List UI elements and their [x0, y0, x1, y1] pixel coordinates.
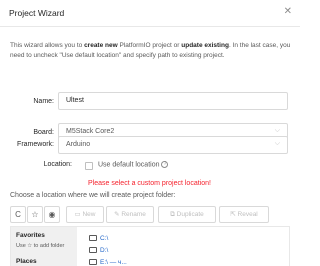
duplicate-button[interactable]: ⧉ Duplicate [158, 206, 216, 223]
reveal-button[interactable]: ⇱ Reveal [219, 206, 269, 223]
folder-browser: Favorites Use ☆ to add folder Places C:\… [10, 226, 290, 266]
choose-location-label: Choose a location where we will create p… [10, 192, 176, 199]
favorites-panel: Favorites Use ☆ to add folder Places [11, 227, 77, 266]
eye-icon[interactable]: ◉ [44, 206, 60, 223]
folder-icon [89, 247, 97, 254]
use-default-location-checkbox[interactable] [85, 162, 93, 170]
dialog-title: Project Wizard [9, 8, 65, 18]
project-wizard-dialog: Project Wizard ✕ This wizard allows you … [0, 0, 300, 266]
chevron-down-icon: ⌵ [274, 127, 280, 134]
framework-label: Framework: [17, 141, 54, 148]
folder-item[interactable]: D:\ [89, 247, 108, 254]
location-error: Please select a custom project location! [88, 180, 211, 187]
board-value: M5Stack Core2 [66, 128, 115, 135]
board-label: Board: [33, 129, 54, 136]
framework-select[interactable]: Arduino ⌵ [58, 136, 288, 154]
places-title: Places [16, 258, 37, 265]
use-default-location-label[interactable]: Use default location? [98, 161, 169, 168]
folder-item[interactable]: C:\ [89, 235, 108, 242]
favorites-title: Favorites [16, 232, 45, 239]
folder-icon [89, 259, 97, 266]
dialog-header: Project Wizard ✕ [0, 0, 300, 27]
folder-icon [89, 235, 97, 242]
new-folder-button[interactable]: ▭ New [66, 206, 104, 223]
rename-button[interactable]: ✎ Rename [106, 206, 154, 223]
framework-value: Arduino [66, 141, 91, 148]
location-label: Location: [43, 161, 72, 168]
chevron-down-icon: ⌵ [274, 140, 280, 147]
folder-item[interactable]: E:\ — ч... [89, 259, 127, 266]
intro-text: This wizard allows you to create new Pla… [10, 42, 291, 59]
close-icon[interactable]: ✕ [284, 6, 292, 17]
name-label: Name: [33, 98, 54, 105]
name-input[interactable]: Ultest [58, 92, 288, 110]
help-icon[interactable]: ? [161, 161, 169, 168]
file-browser-toolbar: C ☆ ◉ ▭ New ✎ Rename ⧉ Duplicate ⇱ Revea… [10, 206, 286, 223]
refresh-icon[interactable]: C [10, 206, 26, 223]
star-icon[interactable]: ☆ [27, 206, 43, 223]
favorites-hint: Use ☆ to add folder [16, 243, 65, 249]
